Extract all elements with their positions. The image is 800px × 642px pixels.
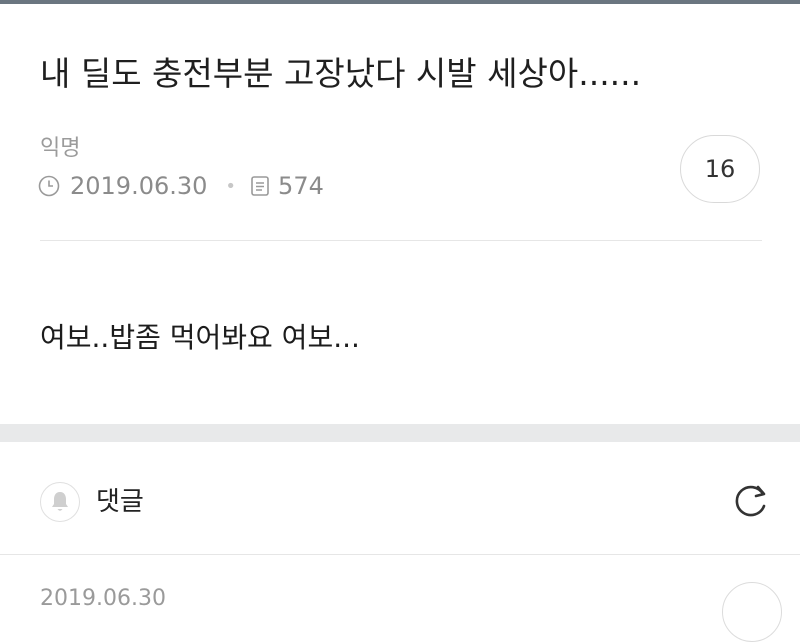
clock-icon [38,175,60,197]
comment-count-button[interactable]: 16 [680,135,760,203]
section-separator [0,424,800,442]
post-date: 2019.06.30 [70,172,208,200]
comments-label: 댓글 [96,487,144,517]
divider [40,240,762,241]
document-icon [251,176,269,196]
post-views: 574 [278,172,324,200]
divider [0,554,800,555]
meta-separator: • [225,175,237,197]
comment-count: 16 [704,155,736,183]
comment-date: 2019.06.30 [40,586,166,611]
notification-toggle[interactable] [40,482,80,522]
post-body: 여보..밥좀 먹어봐요 여보... [40,321,360,354]
post-meta: 2019.06.30 • 574 [38,170,324,202]
comment-avatar[interactable] [722,582,782,642]
post-title: 내 딜도 충전부분 고장났다 시발 세상아...... [40,54,642,93]
post-author: 익명 [40,136,81,161]
refresh-icon[interactable] [728,480,772,524]
bell-icon [52,492,68,511]
